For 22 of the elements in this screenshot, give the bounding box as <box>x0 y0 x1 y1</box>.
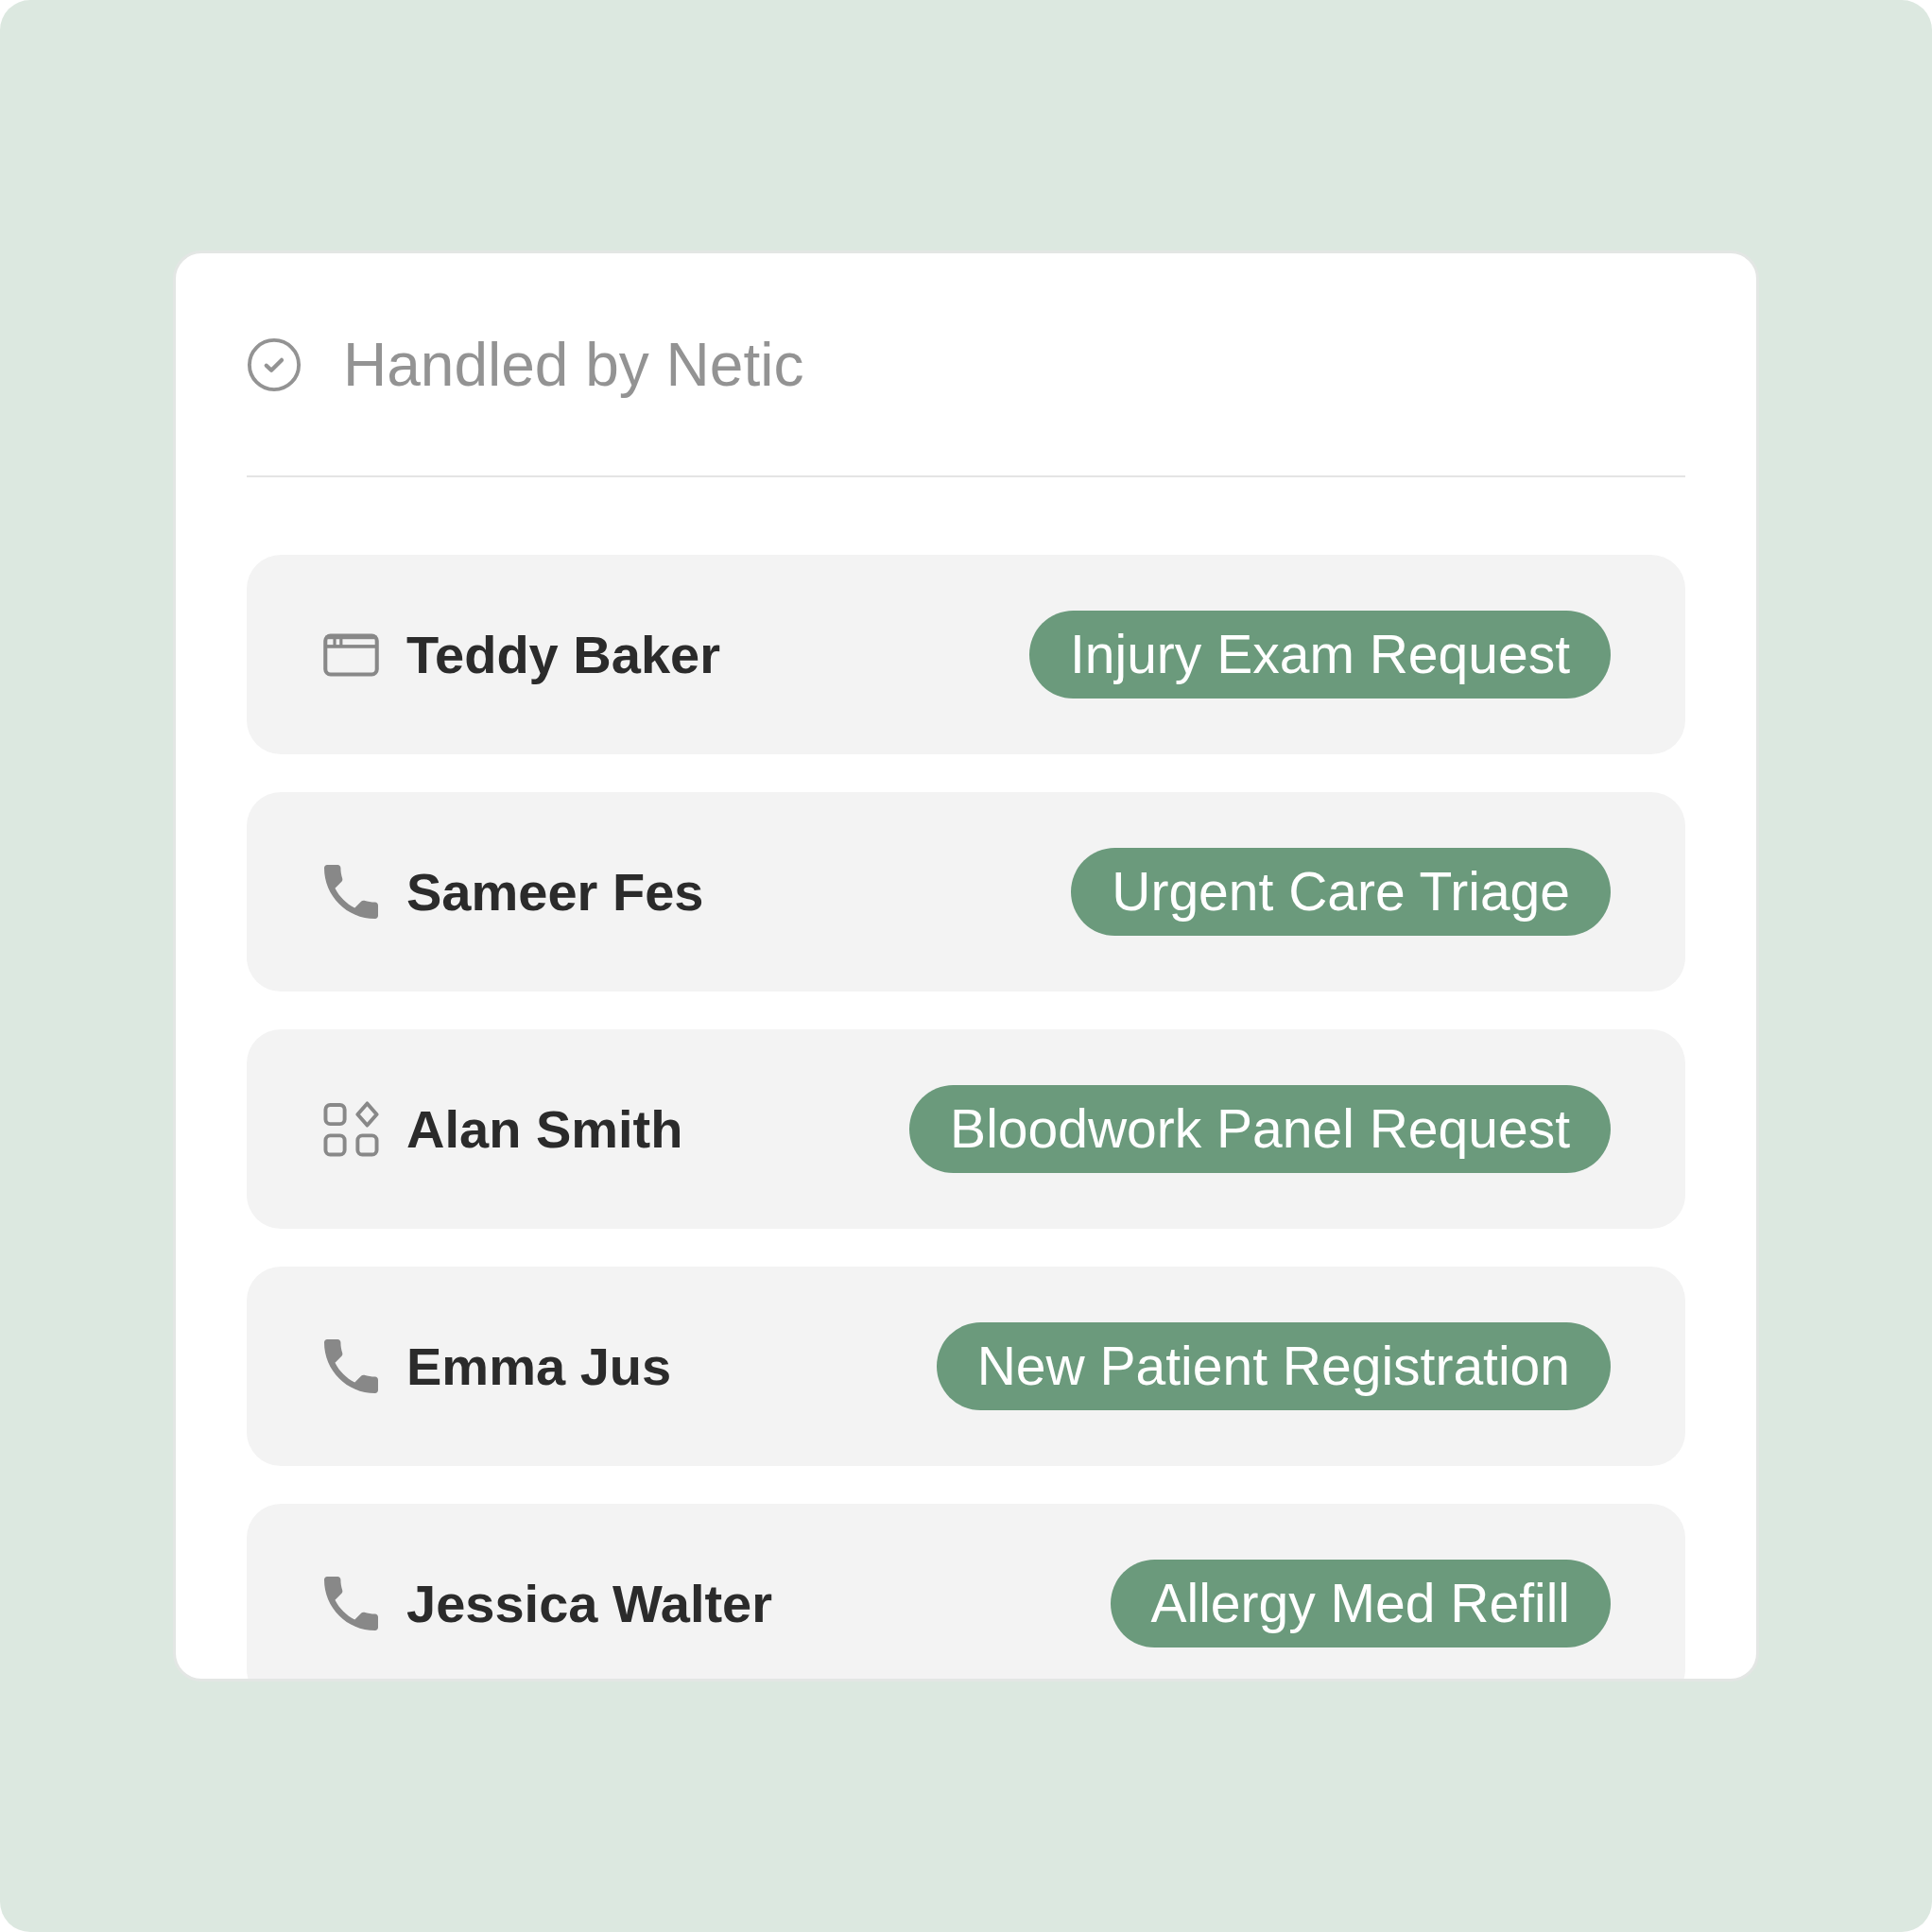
phone-icon <box>323 1577 379 1630</box>
request-row[interactable]: Jessica Walter Allergy Med Refill <box>247 1504 1685 1679</box>
request-tag: Injury Exam Request <box>1028 611 1611 699</box>
patient-name: Alan Smith <box>406 1098 684 1160</box>
patient-name: Teddy Baker <box>406 624 721 685</box>
apps-grid-icon <box>323 1101 379 1157</box>
patient-name: Emma Jus <box>406 1336 673 1397</box>
patient-name: Jessica Walter <box>406 1573 774 1634</box>
request-tag: Urgent Care Triage <box>1071 848 1611 936</box>
request-row[interactable]: Sameer Fes Urgent Care Triage <box>247 792 1685 992</box>
request-row[interactable]: Emma Jus New Patient Registration <box>247 1267 1685 1466</box>
phone-icon <box>323 1339 379 1393</box>
section-title: Handled by Netic <box>343 330 804 401</box>
request-row[interactable]: Alan Smith Bloodwork Panel Request <box>247 1029 1685 1229</box>
request-tag: Bloodwork Panel Request <box>909 1085 1611 1173</box>
patient-name: Sameer Fes <box>406 861 705 923</box>
request-tag: Allergy Med Refill <box>1110 1560 1611 1647</box>
browser-window-icon <box>323 632 379 677</box>
check-circle-icon <box>247 337 302 392</box>
phone-icon <box>323 865 379 919</box>
request-row[interactable]: Teddy Baker Injury Exam Request <box>247 555 1685 754</box>
request-tag: New Patient Registration <box>936 1322 1611 1410</box>
